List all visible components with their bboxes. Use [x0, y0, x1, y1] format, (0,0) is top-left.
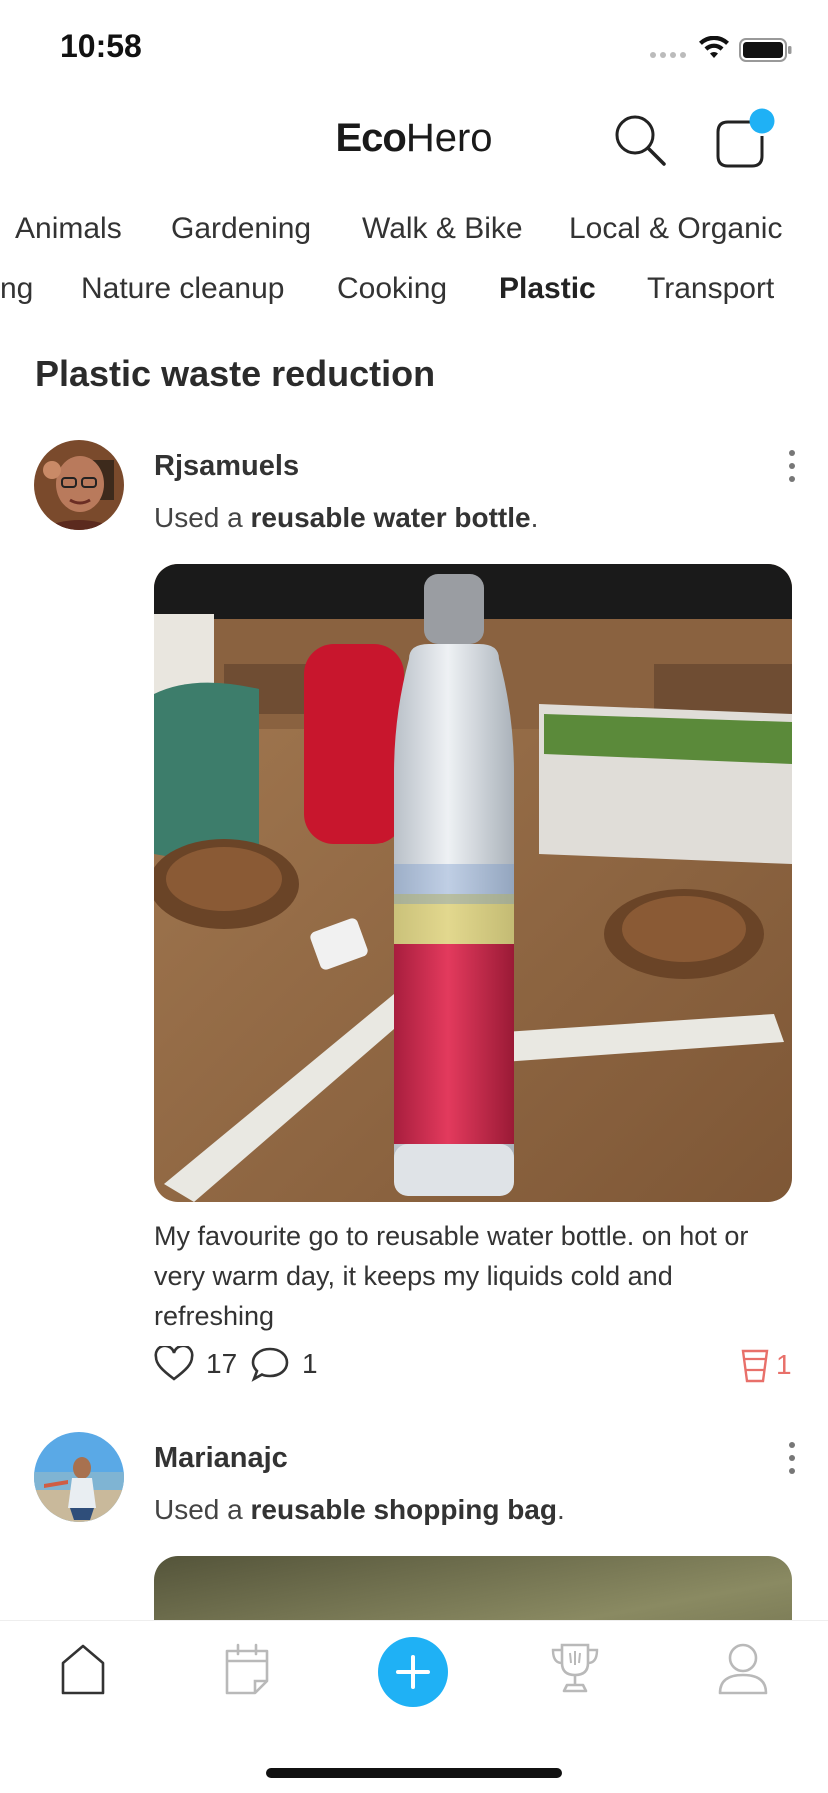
avatar[interactable]: [34, 1432, 124, 1522]
comment-icon: [251, 1347, 289, 1382]
profile-icon[interactable]: [717, 1641, 769, 1695]
activity-item[interactable]: reusable water bottle: [251, 502, 531, 533]
plastic-saved-badge: 1: [740, 1346, 792, 1384]
category-cooking[interactable]: Cooking: [337, 272, 447, 306]
search-icon[interactable]: [612, 112, 668, 168]
comment-count: 1: [302, 1348, 318, 1379]
activity-suffix: .: [530, 502, 539, 533]
activity-suffix: .: [556, 1494, 565, 1525]
trophy-icon[interactable]: [550, 1641, 600, 1695]
plus-icon[interactable]: [377, 1636, 449, 1708]
category-walk-bike[interactable]: Walk & Bike: [362, 212, 523, 246]
activity-prefix: Used a: [154, 502, 251, 533]
category-row-2: ng Nature cleanup Cooking Plastic Transp…: [0, 272, 828, 322]
category-local-organic[interactable]: Local & Organic: [569, 212, 782, 246]
category-plastic[interactable]: Plastic: [499, 272, 596, 306]
post-photo[interactable]: [154, 564, 792, 1202]
brand-bold: Eco: [335, 116, 406, 160]
post-username[interactable]: Marianajc: [154, 1442, 288, 1475]
post-username[interactable]: Rjsamuels: [154, 450, 299, 483]
category-transport[interactable]: Transport: [647, 272, 774, 306]
battery-icon: [739, 38, 792, 62]
home-icon[interactable]: [60, 1643, 106, 1695]
home-indicator: [266, 1768, 562, 1778]
post-activity: Used a reusable shopping bag.: [154, 1494, 565, 1526]
activity-item[interactable]: reusable shopping bag: [251, 1494, 557, 1525]
app-logo: EcoHero: [0, 116, 828, 161]
post-caption: My favourite go to reusable water bottle…: [154, 1221, 749, 1331]
heart-icon: [154, 1346, 194, 1381]
avatar[interactable]: [34, 440, 124, 530]
page-title: Plastic waste reduction: [35, 353, 436, 394]
cup-icon: [741, 1349, 769, 1383]
more-vertical-icon[interactable]: [786, 1440, 798, 1476]
category-truncated[interactable]: ng: [0, 272, 33, 306]
category-row-1: Animals Gardening Walk & Bike Local & Or…: [0, 212, 828, 262]
plastic-saved-count: 1: [776, 1349, 792, 1380]
category-nature-cleanup[interactable]: Nature cleanup: [81, 272, 284, 306]
notification-icon[interactable]: [712, 108, 778, 174]
like-button[interactable]: 17: [154, 1346, 237, 1382]
status-time: 10:58: [60, 28, 142, 64]
wifi-icon: [699, 36, 729, 58]
calendar-icon[interactable]: [224, 1641, 270, 1695]
category-animals[interactable]: Animals: [15, 212, 122, 246]
signal-icon: [650, 52, 686, 58]
post-activity: Used a reusable water bottle.: [154, 502, 538, 534]
brand-light: Hero: [405, 116, 493, 160]
comment-button[interactable]: 1: [250, 1346, 318, 1382]
like-count: 17: [206, 1348, 238, 1379]
activity-prefix: Used a: [154, 1494, 251, 1525]
notification-badge: [749, 108, 775, 134]
category-gardening[interactable]: Gardening: [171, 212, 311, 246]
more-vertical-icon[interactable]: [786, 448, 798, 484]
